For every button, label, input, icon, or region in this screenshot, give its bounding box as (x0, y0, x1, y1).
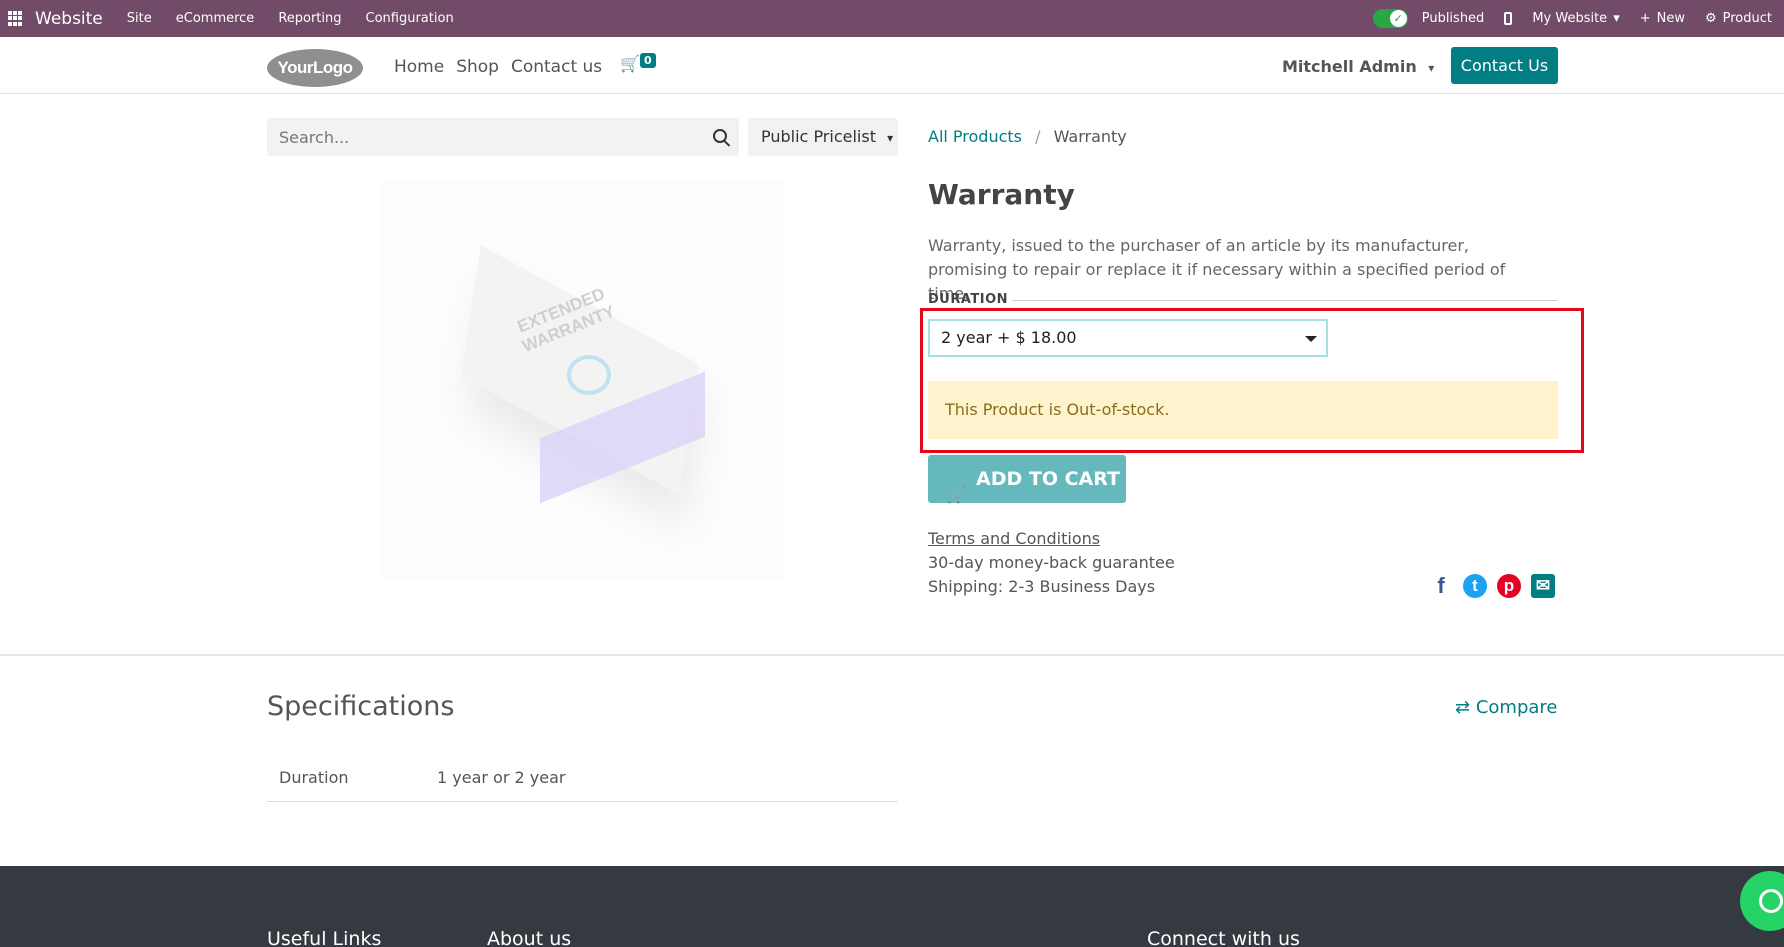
caret-down-icon (1305, 336, 1317, 342)
duration-select[interactable]: 2 year + $ 18.00 (928, 319, 1328, 357)
mobile-preview-button[interactable] (1504, 12, 1513, 25)
cart-count-badge: 0 (640, 53, 656, 68)
product-settings-button[interactable]: ⚙ Product (1705, 11, 1772, 26)
nav-contact-us[interactable]: Contact us (511, 57, 602, 77)
spec-key: Duration (279, 768, 349, 787)
apps-menu-icon[interactable] (8, 11, 23, 26)
site-header: YourLogo Home Shop Contact us 🛒 0 Mitche… (0, 37, 1784, 94)
shipping-text: Shipping: 2-3 Business Days (928, 577, 1156, 596)
published-toggle[interactable]: ✓ Published (1372, 9, 1485, 28)
product-image[interactable]: EXTENDED WARRANTY (380, 180, 785, 580)
share-icons: f t p ✉ (1429, 574, 1555, 598)
spec-row: Duration 1 year or 2 year (267, 758, 898, 802)
user-name: Mitchell Admin (1282, 57, 1417, 76)
twitter-icon[interactable]: t (1463, 574, 1487, 598)
website-label: My Website (1532, 11, 1608, 26)
menu-ecommerce[interactable]: eCommerce (176, 11, 255, 26)
compare-label: Compare (1475, 697, 1558, 718)
menu-reporting[interactable]: Reporting (278, 11, 341, 26)
add-to-cart-button[interactable]: 🛒 ADD TO CART (928, 455, 1126, 504)
caret-down-icon: ▾ (887, 131, 894, 145)
terms-link[interactable]: Terms and Conditions (928, 529, 1100, 548)
nav-home[interactable]: Home (394, 57, 444, 77)
user-menu[interactable]: Mitchell Admin ▾ (1282, 57, 1434, 76)
menu-configuration[interactable]: Configuration (366, 11, 454, 26)
contact-us-button[interactable]: Contact Us (1451, 47, 1558, 84)
attribute-label: DURATION (928, 292, 1009, 307)
mobile-icon (1504, 12, 1513, 25)
compare-button[interactable]: ⇄ Compare (1455, 697, 1557, 718)
nav-shop[interactable]: Shop (456, 57, 499, 77)
email-icon[interactable]: ✉ (1531, 574, 1555, 598)
add-to-cart-label: ADD TO CART (976, 468, 1120, 490)
breadcrumb-all-products[interactable]: All Products (928, 127, 1022, 146)
pricelist-label: Public Pricelist (761, 127, 876, 146)
cart-icon[interactable]: 🛒 (620, 54, 640, 73)
cart-icon: 🛒 (946, 485, 966, 504)
gear-icon: ⚙ (1704, 11, 1717, 26)
pinterest-icon[interactable]: p (1497, 574, 1521, 598)
plus-icon: + (1639, 11, 1651, 26)
attribute-divider (1012, 300, 1558, 301)
section-divider (0, 654, 1784, 656)
toggle-switch[interactable]: ✓ (1372, 9, 1408, 28)
search-icon[interactable] (713, 129, 727, 143)
new-label: New (1656, 11, 1685, 26)
product-title: Warranty (928, 178, 1075, 211)
product-description: Warranty, issued to the purchaser of an … (928, 236, 1506, 303)
check-icon: ✓ (1389, 10, 1407, 27)
admin-bar: Website Site eCommerce Reporting Configu… (0, 0, 1784, 37)
published-label: Published (1421, 11, 1485, 26)
footer-about-us: About us (487, 928, 572, 947)
facebook-icon[interactable]: f (1429, 574, 1453, 598)
footer-useful-links: Useful Links (267, 928, 382, 947)
compare-icon: ⇄ (1455, 697, 1471, 718)
product-label: Product (1722, 11, 1772, 26)
search-input[interactable] (267, 118, 687, 156)
website-switcher[interactable]: My Website ▾ (1532, 11, 1619, 26)
new-button[interactable]: + New (1640, 11, 1685, 26)
clock-icon (567, 355, 611, 395)
specifications-title: Specifications (267, 691, 455, 722)
caret-down-icon: ▾ (1613, 11, 1620, 26)
app-name[interactable]: Website (35, 9, 103, 29)
breadcrumb: All Products / Warranty (928, 127, 1127, 146)
product-search (267, 118, 739, 156)
footer-connect: Connect with us (1147, 928, 1300, 947)
breadcrumb-separator: / (1035, 127, 1041, 146)
menu-site[interactable]: Site (127, 11, 152, 26)
spec-value: 1 year or 2 year (437, 768, 566, 787)
guarantee-text: 30-day money-back guarantee (928, 553, 1175, 572)
main-nav: Home Shop Contact us (394, 57, 602, 77)
pricelist-dropdown[interactable]: Public Pricelist ▾ (748, 118, 898, 156)
site-footer: Useful Links About us Connect with us (0, 866, 1784, 947)
selected-option: 2 year + $ 18.00 (941, 328, 1077, 347)
breadcrumb-current: Warranty (1053, 127, 1127, 146)
caret-down-icon: ▾ (1428, 61, 1435, 75)
site-logo[interactable]: YourLogo (267, 49, 363, 87)
out-of-stock-alert: This Product is Out-of-stock. (928, 381, 1558, 439)
